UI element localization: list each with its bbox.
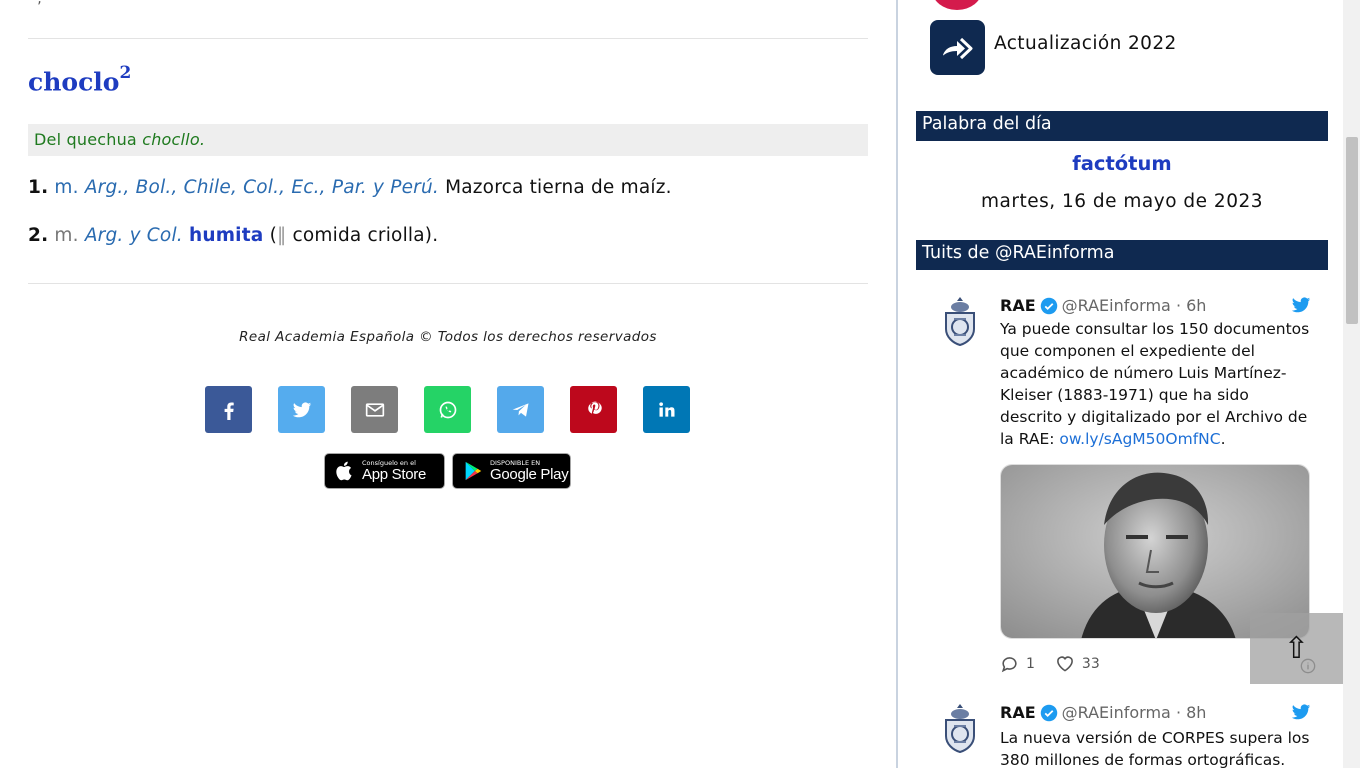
reply-count: 1 xyxy=(1026,655,1035,672)
tweet-author-name[interactable]: RAE xyxy=(1000,703,1036,722)
up-arrow-icon: ⇧ xyxy=(1283,631,1310,666)
etymology: Del quechua chocllo. xyxy=(28,124,868,156)
region-abbrs[interactable]: Arg., Bol., Chile, Col., Ec., Par. y Per… xyxy=(85,177,439,198)
entry-headword: choclo2 xyxy=(28,63,132,97)
dictionary-entry-panel: ··,·································· ··… xyxy=(0,0,896,768)
word-of-day-date: martes, 16 de mayo de 2023 xyxy=(980,191,1264,212)
twitter-bird-icon[interactable] xyxy=(1290,702,1312,722)
apple-icon xyxy=(336,461,352,481)
tweet-text: Ya puede consultar los 150 documentos qu… xyxy=(1000,320,1310,448)
share-linkedin-button[interactable] xyxy=(643,386,690,433)
share-twitter-button[interactable] xyxy=(278,386,325,433)
copyright-text: Real Academia Española © Todos los derec… xyxy=(239,329,657,345)
update-2022-icon-button[interactable] xyxy=(930,20,985,75)
sense-1: 1. m. Arg., Bol., Chile, Col., Ec., Par.… xyxy=(28,177,672,198)
tweet-link[interactable]: ow.ly/sAgM50OmfNC xyxy=(1059,430,1220,448)
share-email-button[interactable] xyxy=(351,386,398,433)
update-2022-link[interactable]: Actualización 2022 xyxy=(994,33,1177,54)
grammar-abbr[interactable]: m. xyxy=(54,177,78,198)
back-to-top-button[interactable]: ⇧ xyxy=(1250,613,1343,684)
envelope-icon xyxy=(365,402,384,417)
sense-2: 2. m. Arg. y Col. humita (‖ comida criol… xyxy=(28,225,439,246)
region-abbrs[interactable]: Arg. y Col. xyxy=(85,225,183,246)
share-pinterest-button[interactable] xyxy=(570,386,617,433)
divider xyxy=(28,283,868,284)
google-play-badge[interactable]: DISPONIBLE EN Google Play xyxy=(452,453,571,489)
reply-icon[interactable] xyxy=(1000,654,1019,673)
double-arrow-forward-icon xyxy=(942,37,972,59)
tweet-text: La nueva versión de CORPES supera los 38… xyxy=(1000,729,1310,768)
cross-reference-link-humita[interactable]: humita xyxy=(189,225,264,246)
tweet-handle-time[interactable]: @RAEinforma · 6h xyxy=(1062,296,1207,315)
share-telegram-button[interactable] xyxy=(497,386,544,433)
divider xyxy=(28,38,868,39)
tweet-actions: 1 33 xyxy=(1000,654,1120,673)
rae-crest-avatar[interactable] xyxy=(940,295,980,347)
rae-crest-avatar[interactable] xyxy=(940,702,980,754)
tweet-author-name[interactable]: RAE xyxy=(1000,296,1036,315)
like-heart-icon[interactable] xyxy=(1055,654,1075,673)
google-play-icon xyxy=(465,461,482,481)
share-facebook-button[interactable] xyxy=(205,386,252,433)
facebook-icon xyxy=(224,402,234,420)
scrollbar-thumb[interactable] xyxy=(1346,137,1358,324)
grammar-abbr[interactable]: m. xyxy=(54,225,78,246)
pinterest-icon xyxy=(587,401,602,414)
previous-item-icon[interactable] xyxy=(932,0,982,10)
share-whatsapp-button[interactable] xyxy=(424,386,471,433)
twitter-bird-icon[interactable] xyxy=(1290,295,1312,315)
verified-badge-icon xyxy=(1040,297,1057,314)
verified-badge-icon xyxy=(1040,704,1057,721)
previous-entry-cut-text: ··,·································· ··… xyxy=(28,0,363,7)
linkedin-icon xyxy=(658,401,674,417)
like-count: 33 xyxy=(1081,655,1100,672)
whatsapp-icon xyxy=(439,401,456,418)
app-store-badge[interactable]: Consíguelo en el App Store xyxy=(324,453,445,489)
page-scrollbar[interactable] xyxy=(1343,0,1360,768)
word-of-day-link[interactable]: factótum xyxy=(916,152,1328,175)
twitter-icon xyxy=(292,401,311,417)
telegram-icon xyxy=(512,402,528,417)
homonym-number: 2 xyxy=(119,63,132,83)
tweet-handle-time[interactable]: @RAEinforma · 8h xyxy=(1062,703,1207,722)
definition: Mazorca tierna de maíz. xyxy=(445,177,672,198)
tweet-card[interactable]: RAE @RAEinforma · 8h La nueva versión de… xyxy=(916,698,1328,768)
tweets-header: Tuits de @RAEinforma xyxy=(916,240,1328,270)
word-of-day-header: Palabra del día xyxy=(916,111,1328,141)
